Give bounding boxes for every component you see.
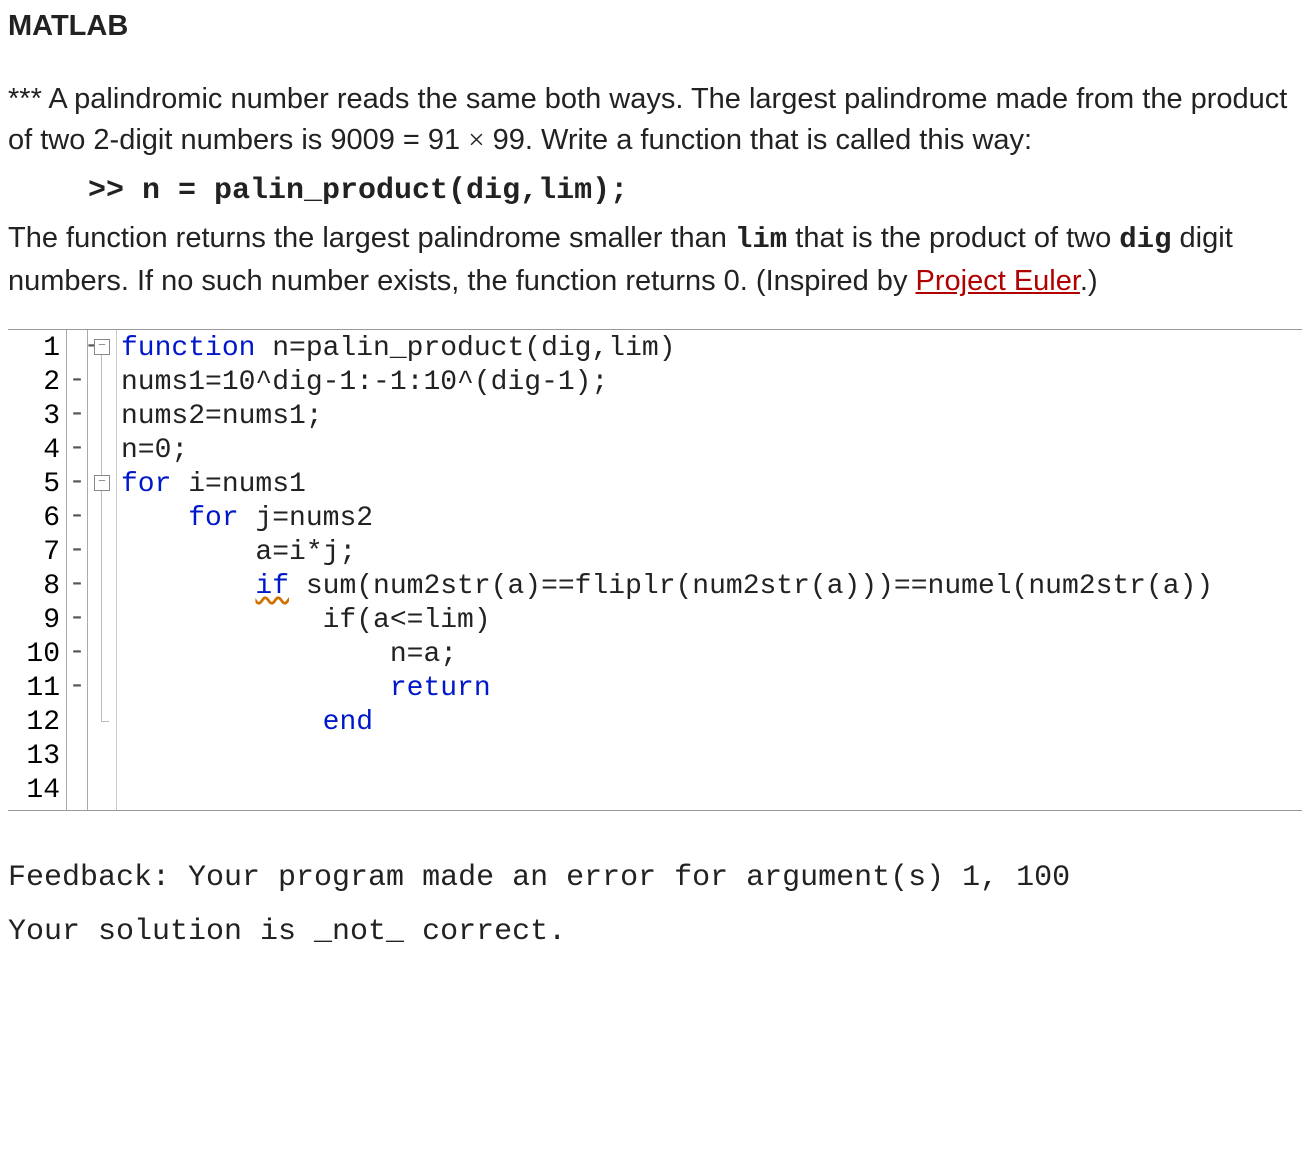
- fold-toggle-icon[interactable]: −: [94, 339, 110, 355]
- times-symbol: ×: [468, 124, 484, 156]
- code-line[interactable]: [121, 774, 1298, 808]
- line-number: 13: [14, 740, 60, 774]
- breakpoint-marker[interactable]: -: [69, 467, 86, 498]
- problem-statement: *** A palindromic number reads the same …: [8, 79, 1302, 301]
- line-number-gutter: 1234567891011121314: [8, 330, 67, 810]
- line-number: 14: [14, 774, 60, 808]
- fold-guide-line: [101, 355, 102, 475]
- breakpoint-marker[interactable]: -: [69, 671, 86, 702]
- line-number: 1: [14, 332, 60, 366]
- line-number: 5: [14, 468, 60, 502]
- breakpoint-marker[interactable]: [67, 705, 84, 736]
- code-line[interactable]: for i=nums1: [121, 468, 1298, 502]
- call-example: >> n = palin_product(dig,lim);: [8, 164, 1302, 218]
- code-line[interactable]: return: [121, 672, 1298, 706]
- page-title: MATLAB: [8, 10, 1302, 43]
- desc-d: .): [1080, 265, 1098, 297]
- code-line[interactable]: if(a<=lim): [121, 604, 1298, 638]
- breakpoint-marker[interactable]: -: [69, 365, 86, 396]
- line-number: 10: [14, 638, 60, 672]
- breakpoint-marker[interactable]: -: [69, 433, 86, 464]
- breakpoint-marker[interactable]: -: [69, 399, 86, 430]
- breakpoint-marker[interactable]: -: [69, 535, 86, 566]
- code-line[interactable]: n=a;: [121, 638, 1298, 672]
- code-area[interactable]: function n=palin_product(dig,lim)nums1=1…: [117, 330, 1302, 810]
- breakpoint-marker[interactable]: -: [69, 501, 86, 532]
- code-line[interactable]: for j=nums2: [121, 502, 1298, 536]
- dig-inline: dig: [1119, 223, 1171, 256]
- line-number: 11: [14, 672, 60, 706]
- fold-toggle-icon[interactable]: −: [94, 475, 110, 491]
- code-line[interactable]: if sum(num2str(a)==fliplr(num2str(a)))==…: [121, 570, 1298, 604]
- breakpoint-marker[interactable]: [67, 331, 84, 362]
- line-number: 3: [14, 400, 60, 434]
- line-number: 2: [14, 366, 60, 400]
- line-number: 6: [14, 502, 60, 536]
- feedback-block: Feedback: Your program made an error for…: [8, 851, 1302, 959]
- code-line[interactable]: n=0;: [121, 434, 1298, 468]
- code-line[interactable]: a=i*j;: [121, 536, 1298, 570]
- project-euler-link[interactable]: Project Euler: [916, 265, 1080, 297]
- code-line[interactable]: nums1=10^dig-1:-1:10^(dig-1);: [121, 366, 1298, 400]
- line-number: 4: [14, 434, 60, 468]
- line-number: 9: [14, 604, 60, 638]
- lim-inline: lim: [735, 223, 787, 256]
- line-number: 8: [14, 570, 60, 604]
- breakpoint-marker[interactable]: -: [69, 637, 86, 668]
- feedback-line-1: Feedback: Your program made an error for…: [8, 851, 1302, 905]
- desc-a: The function returns the largest palindr…: [8, 222, 735, 254]
- line-number: 7: [14, 536, 60, 570]
- code-line[interactable]: end: [121, 706, 1298, 740]
- breakpoint-column[interactable]: -----------: [67, 330, 88, 810]
- intro-text-b: 99. Write a function that is called this…: [485, 124, 1033, 156]
- feedback-line-2: Your solution is _not_ correct.: [8, 905, 1302, 959]
- code-line[interactable]: [121, 740, 1298, 774]
- fold-guide-line: [101, 491, 102, 721]
- desc-b: that is the product of two: [787, 222, 1119, 254]
- code-line[interactable]: function n=palin_product(dig,lim): [121, 332, 1298, 366]
- stars: ***: [8, 83, 42, 115]
- breakpoint-marker[interactable]: -: [69, 603, 86, 634]
- fold-column[interactable]: − −: [88, 330, 117, 810]
- code-editor[interactable]: 1234567891011121314 ----------- − − func…: [8, 329, 1302, 811]
- breakpoint-marker[interactable]: -: [69, 569, 86, 600]
- fold-end-icon: [101, 721, 109, 722]
- line-number: 12: [14, 706, 60, 740]
- code-line[interactable]: nums2=nums1;: [121, 400, 1298, 434]
